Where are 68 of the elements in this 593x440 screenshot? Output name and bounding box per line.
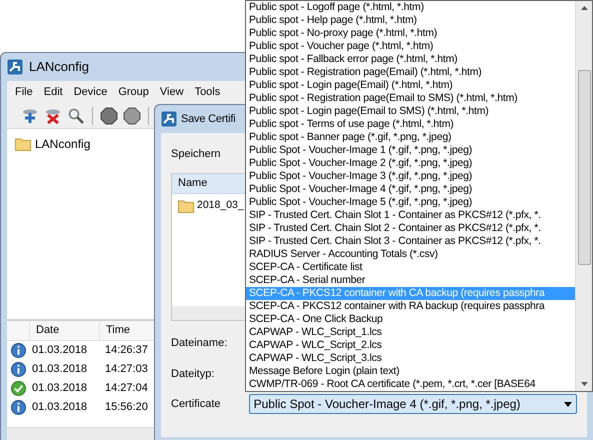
menu-item[interactable]: Edit — [44, 84, 63, 100]
stop-icon[interactable] — [98, 104, 120, 126]
scroll-down-icon — [580, 382, 588, 386]
date-cell-text: 01.03.2018 — [31, 343, 88, 358]
dropdown-option[interactable]: Public spot - Logoff page (*.html, *.htm) — [246, 1, 575, 14]
info-icon — [10, 343, 26, 358]
dropdown-option[interactable]: Message Before Login (plain text) — [246, 365, 575, 378]
date-cell-text: 01.03.2018 — [31, 381, 88, 396]
info-icon — [10, 362, 26, 377]
stop-icon[interactable] — [121, 104, 143, 126]
dropdown-option[interactable]: Public spot - Login page(Email to SMS) (*.html, *.htm) — [246, 105, 575, 118]
dropdown-option[interactable]: CAPWAP - WLC_Script_1.lcs — [246, 326, 575, 339]
column-header[interactable]: Date — [29, 322, 99, 339]
dropdown-option[interactable]: CAPWAP - WLC_Script_3.lcs — [246, 352, 575, 365]
dropdown-option[interactable]: Public spot - Login page(Email) (*.html, *.htm) — [246, 79, 575, 92]
dropdown-option[interactable]: Public spot - Banner page (*.gif, *.png, *.jpeg) — [246, 131, 575, 144]
dropdown-option[interactable]: SIP - Trusted Cert. Chain Slot 1 - Container as PKCS#12 (*.pfx, *. — [246, 209, 575, 222]
scroll-up-icon — [580, 6, 588, 10]
dropdown-option[interactable]: Public spot - Fallback error page (*.html, *.htm) — [246, 53, 575, 66]
dropdown-option[interactable]: Public Spot - Voucher-Image 4 (*.gif, *.png, *.jpeg) — [246, 183, 575, 196]
dropdown-option[interactable]: Public Spot - Voucher-Image 3 (*.gif, *.png, *.jpeg) — [246, 170, 575, 183]
menu-item[interactable]: Tools — [194, 84, 220, 100]
dropdown-option[interactable]: SCEP-CA - PKCS12 container with RA backup (requires passphra — [246, 300, 575, 313]
time-cell-text: 14:27:04 — [104, 381, 149, 396]
save-in-label: Speichern — [171, 146, 221, 162]
time-cell-text: 14:26:37 — [104, 343, 149, 358]
dropdown-option[interactable]: Public spot - Registration page(Email to SMS) (*.html, *.htm) — [246, 92, 575, 105]
check-icon — [10, 381, 26, 396]
menu-item[interactable]: Device — [74, 84, 108, 100]
dropdown-option[interactable]: CAPWAP - WLC_Script_2.lcs — [246, 339, 575, 352]
certificate-label: Certificate — [171, 396, 222, 412]
date-cell-text: 01.03.2018 — [31, 400, 88, 416]
vertical-scrollbar[interactable] — [575, 1, 592, 391]
menu-item[interactable]: View — [160, 84, 184, 100]
app-logo-icon — [161, 111, 177, 127]
dialog-title: Save Certifi — [181, 112, 236, 127]
folder-icon — [15, 137, 31, 151]
dropdown-option[interactable]: CWMP/TR-069 - Root CA certificate (*.pem, *.crt, *.cer [BASE64 — [246, 378, 575, 391]
dropdown-option[interactable]: RADIUS Server - Accounting Totals (*.csv) — [246, 248, 575, 261]
scroll-thumb[interactable] — [578, 70, 590, 265]
folder-name[interactable]: 2018_03_ — [197, 198, 244, 214]
window-title: LANconfig — [29, 58, 89, 76]
dropdown-option[interactable]: Public Spot - Voucher-Image 2 (*.gif, *.png, *.jpeg) — [246, 157, 575, 170]
time-cell-text: 14:27:03 — [104, 362, 149, 378]
dropdown-option[interactable]: Public Spot - Voucher-Image 5 (*.gif, *.png, *.jpeg) — [246, 196, 575, 209]
caret-icon — [564, 402, 572, 406]
dropdown-option[interactable]: SCEP-CA - One Click Backup — [246, 313, 575, 326]
dropdown-option[interactable]: Public spot - No-proxy page (*.html, *.htm) — [246, 27, 575, 40]
app-logo-icon — [7, 59, 23, 75]
menu-item[interactable]: Group — [118, 84, 149, 100]
tree-item[interactable]: LANconfig — [35, 135, 90, 153]
menu-item[interactable]: File — [15, 84, 33, 100]
info-icon — [10, 400, 26, 415]
certificate-dropdown[interactable]: Public Spot - Voucher-Image 4 (*.gif, *.png, *.jpeg) — [248, 394, 577, 414]
filetype-label: Dateityp: — [171, 366, 214, 382]
dropdown-option[interactable]: Public spot - Terms of use page (*.html, *.htm) — [246, 118, 575, 131]
dropdown-option[interactable]: Public spot - Voucher page (*.html, *.htm) — [246, 40, 575, 53]
dropdown-option[interactable]: Public spot - Registration page(Email) (*.html, *.htm) — [246, 66, 575, 79]
filename-label: Dateiname: — [171, 336, 228, 351]
dropdown-option[interactable]: Public spot - Help page (*.html, *.htm) — [246, 14, 575, 27]
dropdown-option[interactable]: SCEP-CA - Certificate list — [246, 261, 575, 274]
dropdown-option[interactable]: Public Spot - Voucher-Image 1 (*.gif, *.png, *.jpeg) — [246, 144, 575, 157]
dropdown-option[interactable]: SIP - Trusted Cert. Chain Slot 3 - Container as PKCS#12 (*.pfx, *. — [246, 235, 575, 248]
date-cell-text: 01.03.2018 — [31, 362, 88, 378]
dropdown-option[interactable]: SIP - Trusted Cert. Chain Slot 2 - Container as PKCS#12 (*.pfx, *. — [246, 222, 575, 235]
dropdown-option[interactable]: SCEP-CA - Serial number — [246, 274, 575, 287]
folder-icon — [178, 199, 194, 213]
time-cell-text: 15:56:20 — [104, 400, 149, 416]
